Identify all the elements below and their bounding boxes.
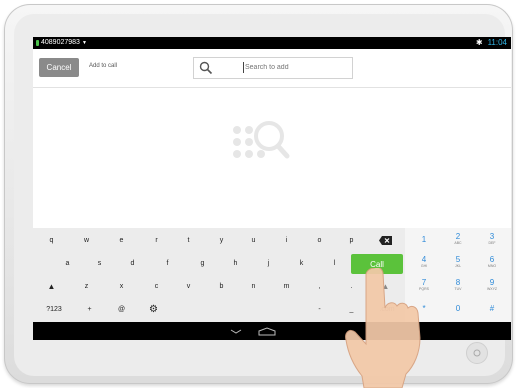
key-s[interactable]: s xyxy=(83,252,116,274)
numpad-key-8[interactable]: 8 TUV xyxy=(441,274,475,297)
numpad-letters: WXYZ xyxy=(486,287,498,291)
search-icon xyxy=(199,61,213,75)
status-time: 11:04 xyxy=(487,38,507,47)
key-u[interactable]: u xyxy=(237,229,270,251)
home-icon[interactable] xyxy=(258,327,276,336)
key-t[interactable]: t xyxy=(172,229,205,251)
search-input[interactable] xyxy=(245,60,345,74)
key-m[interactable]: m xyxy=(270,275,303,297)
numpad-key-3[interactable]: 3 DEF xyxy=(475,228,509,251)
key-f[interactable]: f xyxy=(151,252,184,274)
key-z[interactable]: z xyxy=(70,275,103,297)
key-c[interactable]: c xyxy=(140,275,173,297)
numpad-digit: 1 xyxy=(421,234,427,244)
key-p[interactable]: p xyxy=(335,229,368,251)
key-r[interactable]: r xyxy=(140,229,173,251)
shift-key[interactable]: ▲ xyxy=(35,275,68,297)
navigation-bar xyxy=(33,322,511,340)
key-d[interactable]: d xyxy=(116,252,149,274)
numpad-letters: ABC xyxy=(454,241,462,245)
numpad-digit: 6 xyxy=(489,255,495,264)
status-right: ✱ 11:04 xyxy=(476,38,507,47)
key-comma[interactable]: , xyxy=(303,275,336,297)
tablet-screen: 4089027983 ▼ ✱ 11:04 Cancel Add to call xyxy=(33,37,511,340)
key-v[interactable]: v xyxy=(172,275,205,297)
page-title: Add to call xyxy=(89,63,118,69)
numpad-digit: 0 xyxy=(455,303,461,313)
key-h[interactable]: h xyxy=(219,252,252,274)
numpad-key-6[interactable]: 6 MNO xyxy=(475,251,509,274)
space-key[interactable] xyxy=(173,298,301,320)
phone-number-indicator: 4089027983 ▼ xyxy=(36,39,87,46)
numpad-letters: TUV xyxy=(454,287,462,291)
settings-key[interactable]: ⚙ xyxy=(137,298,170,320)
key-y[interactable]: y xyxy=(205,229,238,251)
key-a[interactable]: a xyxy=(51,252,84,274)
numpad-letters: JKL xyxy=(454,264,462,268)
numpad-key-0[interactable]: 0 xyxy=(441,297,475,320)
gear-icon: ⚙ xyxy=(149,303,158,315)
numpad-digit: 5 xyxy=(455,255,461,264)
key-k[interactable]: k xyxy=(285,252,318,274)
front-camera-icon xyxy=(466,342,488,364)
numpad-digit: # xyxy=(489,303,495,313)
search-results-area xyxy=(33,88,511,228)
bluetooth-icon: ✱ xyxy=(475,38,483,47)
chevron-down-icon: ▼ xyxy=(81,39,87,46)
numpad-key-1[interactable]: 1 xyxy=(407,228,441,251)
numpad-key-hash[interactable]: # xyxy=(475,297,509,320)
key-j[interactable]: j xyxy=(252,252,285,274)
numpad-key-2[interactable]: 2 ABC xyxy=(441,228,475,251)
key-plus[interactable]: + xyxy=(73,298,106,320)
shift-icon: ▲ xyxy=(47,281,56,291)
key-b[interactable]: b xyxy=(205,275,238,297)
key-at[interactable]: @ xyxy=(105,298,138,320)
action-bar: Cancel Add to call xyxy=(33,49,511,88)
pointing-hand-icon xyxy=(345,268,421,388)
key-g[interactable]: g xyxy=(186,252,219,274)
numpad-digit: 8 xyxy=(455,278,461,287)
key-x[interactable]: x xyxy=(105,275,138,297)
key-w[interactable]: w xyxy=(70,229,103,251)
backspace-key[interactable] xyxy=(369,229,402,251)
numpad-digit: 2 xyxy=(455,232,461,241)
people-search-icon xyxy=(233,121,290,159)
numpad-key-5[interactable]: 5 JKL xyxy=(441,251,475,274)
battery-icon xyxy=(36,39,39,46)
symbols-key[interactable]: ?123 xyxy=(35,298,73,320)
numpad-digit: 4 xyxy=(421,255,427,264)
onscreen-keyboard: q w e r t y u i o p a s d f g h j k l Ca… xyxy=(33,228,511,322)
key-dash[interactable]: - xyxy=(303,298,336,320)
numpad-key-9[interactable]: 9 WXYZ xyxy=(475,274,509,297)
camera-lens-icon xyxy=(473,349,481,357)
backspace-icon xyxy=(379,235,392,245)
keyboard-row-1: q w e r t y u i o p xyxy=(33,229,405,252)
status-bar: 4089027983 ▼ ✱ 11:04 xyxy=(33,37,511,49)
key-n[interactable]: n xyxy=(237,275,270,297)
key-q[interactable]: q xyxy=(35,229,68,251)
key-i[interactable]: i xyxy=(270,229,303,251)
numpad-digit: 9 xyxy=(489,278,495,287)
key-o[interactable]: o xyxy=(303,229,336,251)
text-cursor xyxy=(243,62,244,73)
search-box[interactable] xyxy=(193,57,353,79)
keyboard-hide-icon[interactable] xyxy=(230,329,242,334)
cancel-button[interactable]: Cancel xyxy=(39,58,79,77)
numpad-letters: MNO xyxy=(487,264,497,268)
numpad-letters: DEF xyxy=(488,241,496,245)
phone-number: 4089027983 xyxy=(41,39,80,46)
key-e[interactable]: e xyxy=(105,229,138,251)
numpad-digit: 3 xyxy=(489,232,495,241)
